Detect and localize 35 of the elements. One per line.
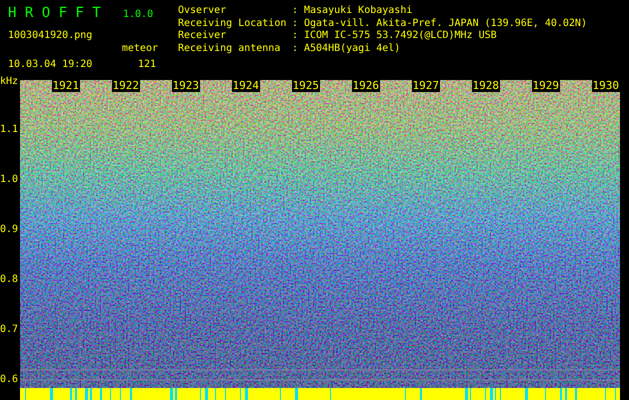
separator-colon: : (292, 5, 300, 18)
file-name: 1003041920.png (8, 29, 94, 43)
app-title: H R O F F T (8, 4, 102, 23)
time-label: 1922 (112, 80, 140, 92)
info-label: Receiving Location (178, 18, 288, 30)
axis-label: 0.6 (0, 374, 18, 386)
date-time: 10.03.04 19:20 (8, 58, 92, 72)
axis-label: 0.9 (0, 224, 18, 236)
time-label: 1926 (352, 80, 380, 92)
time-label: 1921 (52, 80, 80, 92)
time-label: 1928 (472, 80, 500, 92)
time-label: 1929 (532, 80, 560, 92)
time-label: 1927 (412, 80, 440, 92)
time-label: 1925 (292, 80, 320, 92)
info-value: A504HB(yagi 4el) (304, 43, 400, 56)
time-label: 1924 (232, 80, 260, 92)
separator-colon: : (292, 18, 300, 30)
info-label: Receiving antenna (178, 43, 282, 56)
axis-label: 0.7 (0, 324, 18, 336)
axis-label: 0.8 (0, 274, 18, 286)
info-value: ICOM IC-575 53.7492(@LCD)MHz USB (304, 30, 497, 43)
meteor-count: 121 (138, 58, 156, 72)
info-label: Ovserver (178, 5, 228, 18)
info-value: Masayuki Kobayashi (304, 5, 412, 18)
time-label: 1930 (592, 80, 620, 92)
time-label: 1923 (172, 80, 200, 92)
info-label: Receiver (178, 30, 228, 43)
mode-label: meteor (122, 42, 158, 56)
axis-unit: kHz (0, 75, 18, 89)
separator-colon: : (292, 30, 300, 44)
info-value: Ogata-vill. Akita-Pref. JAPAN (139.96E, 40.02N) (304, 18, 587, 30)
axis-label: 1.0 (0, 174, 18, 186)
separator-colon: : (292, 43, 300, 56)
axis-label: 1.1 (0, 124, 18, 136)
version-label: 1.0.0 (123, 8, 154, 22)
